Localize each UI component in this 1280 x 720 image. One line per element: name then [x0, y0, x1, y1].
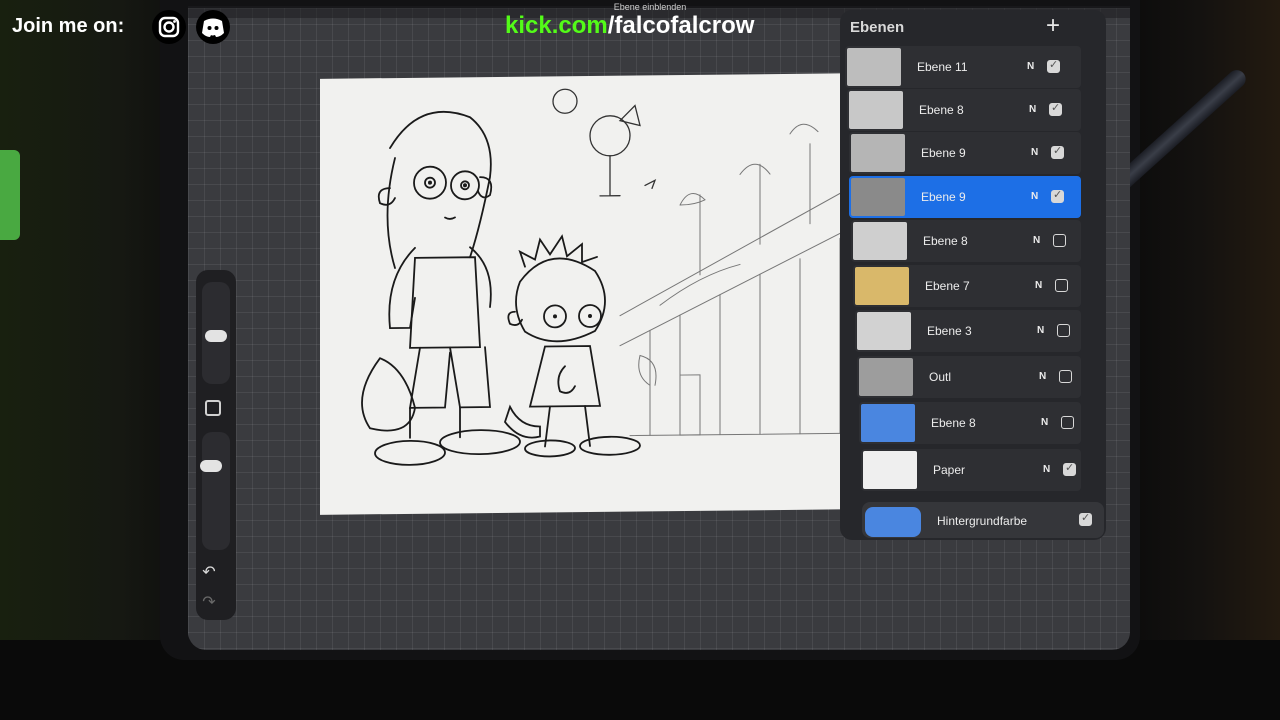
plus-icon[interactable]: +	[1040, 13, 1066, 39]
layer-visibility-checkbox[interactable]	[1063, 461, 1076, 476]
kick-channel-url: kick.com/falcofalcrow	[505, 12, 754, 40]
blend-mode-button[interactable]: N	[1029, 104, 1036, 115]
redo-icon[interactable]: ↷	[199, 592, 219, 612]
undo-icon[interactable]: ↶	[199, 562, 219, 582]
blend-mode-button[interactable]: N	[1031, 191, 1038, 202]
layer-visibility-checkbox[interactable]	[1051, 188, 1064, 203]
layer-thumbnail[interactable]	[847, 48, 901, 86]
layer-thumbnail[interactable]	[859, 358, 913, 396]
green-light	[0, 150, 20, 240]
layer-name: Ebene 11	[917, 60, 968, 74]
drawing-canvas[interactable]	[320, 73, 860, 515]
layer-name: Ebene 8	[931, 416, 976, 430]
layer-name: Outl	[929, 370, 952, 384]
layer-thumbnail[interactable]	[853, 222, 907, 260]
brush-size-handle[interactable]	[205, 330, 227, 342]
blend-mode-button[interactable]: N	[1043, 464, 1050, 475]
kick-domain: kick.com	[505, 12, 608, 39]
sketch-artwork	[361, 88, 860, 466]
layer-visibility-checkbox[interactable]	[1051, 144, 1064, 159]
background-color-swatch[interactable]	[865, 507, 921, 537]
opacity-handle[interactable]	[200, 460, 222, 472]
layer-name: Ebene 9	[921, 146, 966, 160]
modify-button[interactable]	[205, 400, 221, 416]
join-me-text: Join me on:	[12, 15, 125, 37]
opacity-slider[interactable]	[202, 432, 230, 550]
kick-path: /falcofalcrow	[607, 12, 755, 39]
blend-mode-button[interactable]: N	[1035, 280, 1042, 291]
blend-mode-button[interactable]: N	[1031, 147, 1038, 158]
instagram-icon	[152, 10, 186, 44]
discord-icon	[196, 10, 230, 44]
layer-visibility-checkbox[interactable]	[1055, 279, 1068, 292]
layer-thumbnail[interactable]	[863, 451, 917, 489]
layer-visibility-checkbox[interactable]	[1049, 101, 1062, 116]
background-color-label: Hintergrundfarbe	[937, 514, 1028, 528]
layer-visibility-checkbox[interactable]	[1053, 234, 1066, 247]
layer-visibility-checkbox[interactable]	[1047, 58, 1060, 73]
layer-thumbnail[interactable]	[851, 178, 905, 216]
layers-title: Ebenen	[850, 19, 905, 36]
layer-thumbnail[interactable]	[849, 91, 903, 129]
blend-mode-button[interactable]: N	[1033, 235, 1040, 246]
blend-mode-button[interactable]: N	[1027, 61, 1034, 72]
layer-name: Ebene 8	[923, 234, 968, 248]
top-hint: Ebene einblenden	[613, 2, 687, 12]
layer-visibility-checkbox[interactable]	[1057, 324, 1070, 337]
layer-thumbnail[interactable]	[861, 404, 915, 442]
layer-thumbnail[interactable]	[857, 312, 911, 350]
layer-visibility-checkbox[interactable]	[1059, 370, 1072, 383]
layer-name: Ebene 3	[927, 324, 972, 338]
blend-mode-button[interactable]: N	[1041, 417, 1048, 428]
blend-mode-button[interactable]: N	[1037, 325, 1044, 336]
layer-name: Ebene 8	[919, 103, 964, 117]
layer-visibility-checkbox[interactable]	[1061, 416, 1074, 429]
background-visibility-checkbox[interactable]	[1079, 511, 1092, 526]
layer-name: Ebene 7	[925, 279, 970, 293]
blend-mode-button[interactable]: N	[1039, 371, 1046, 382]
layer-thumbnail[interactable]	[855, 267, 909, 305]
layer-name: Paper	[933, 463, 966, 477]
layer-name: Ebene 9	[921, 190, 966, 204]
layer-thumbnail[interactable]	[851, 134, 905, 172]
